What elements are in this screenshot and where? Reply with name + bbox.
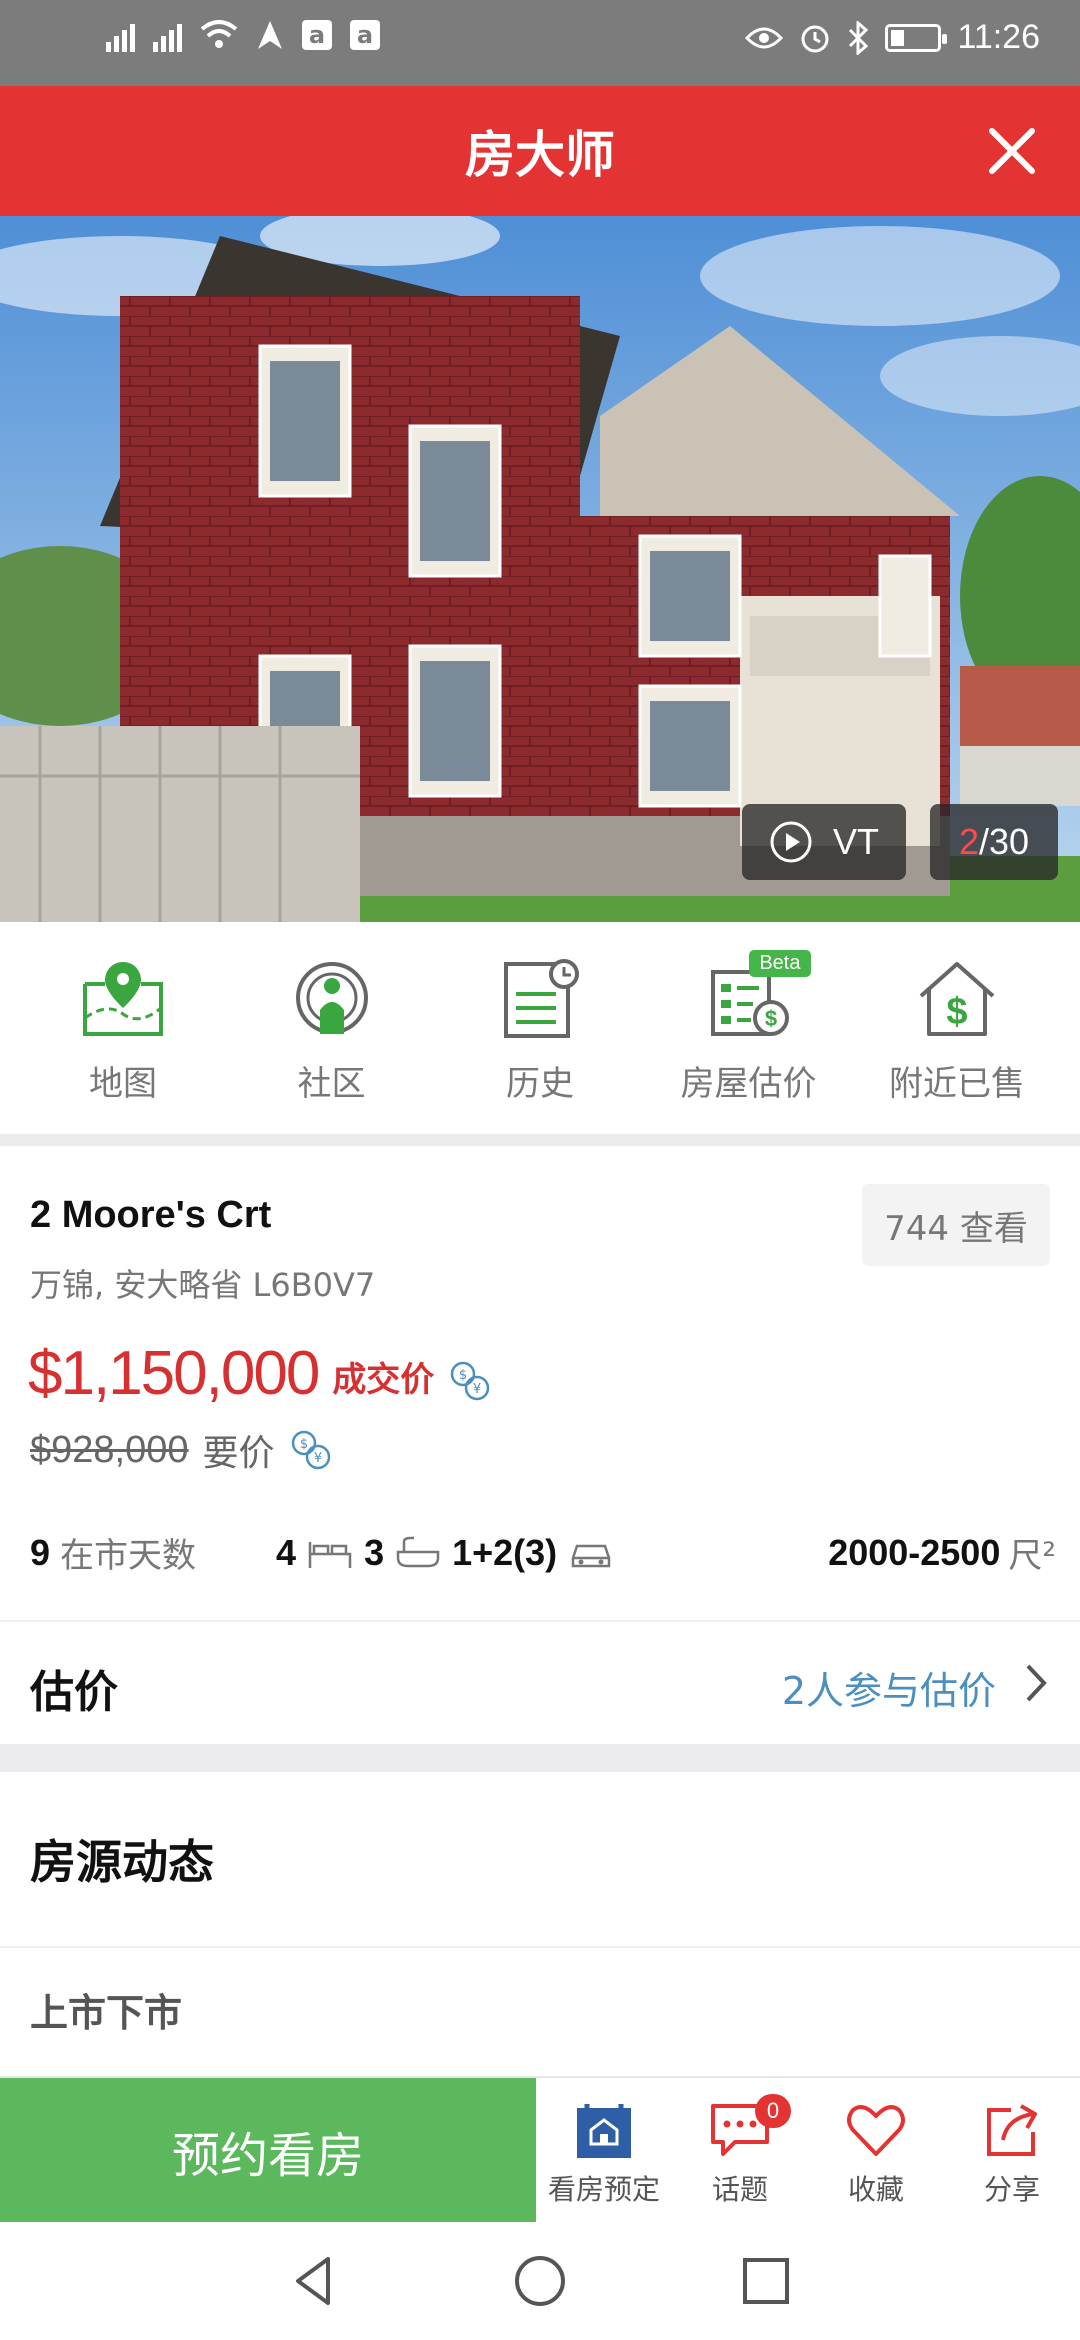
asking-price: $928,000 (30, 1428, 189, 1471)
action-nearby-sold[interactable]: $ 附近已售 (862, 958, 1052, 1134)
wifi-icon (200, 20, 238, 48)
asking-price-label: 要价 (202, 1433, 275, 1474)
tab-booking[interactable]: 看房预定 (539, 2100, 669, 2224)
estimate-participants-link[interactable]: 2人参与估价 (782, 1660, 996, 1715)
tab-share[interactable]: 分享 (947, 2100, 1077, 2224)
topics-badge: 0 (755, 2094, 791, 2128)
tab-share-label: 分享 (983, 2173, 1040, 2206)
action-nearby-sold-label: 附近已售 (889, 1064, 1025, 1104)
listing-city: 万锦, 安大略省 L6B0V7 (30, 1266, 376, 1304)
page-title: 房大师 (465, 126, 615, 184)
listing-address: 2 Moore's Crt (30, 1194, 272, 1236)
svg-text:¥: ¥ (473, 1382, 481, 1397)
play-icon (770, 821, 812, 863)
bottom-tabs: 看房预定 0 话题 收藏 分享 (536, 2078, 1080, 2224)
svg-text:$: $ (299, 1437, 307, 1452)
beta-badge: Beta (749, 950, 811, 977)
bathtub-icon (396, 1536, 440, 1567)
house-photo-illustration (0, 216, 1080, 922)
activity-subsection-title: 上市下市 (30, 1991, 183, 2035)
chevron-right-icon (1026, 1664, 1047, 1702)
signal-icon (106, 18, 135, 52)
bed-icon (308, 1541, 352, 1568)
tab-favorite[interactable]: 收藏 (811, 2100, 941, 2224)
history-icon (504, 959, 579, 1038)
sold-price: $1,150,000 (28, 1339, 320, 1408)
signal-icon (153, 18, 182, 52)
floor-area: 2000-2500 (828, 1531, 1001, 1573)
recents-icon[interactable] (738, 2253, 794, 2309)
estimate-row[interactable]: 估价 2人参与估价 (0, 1620, 1080, 1742)
svg-text:$: $ (764, 1006, 776, 1031)
app-a-icon: a (350, 20, 380, 50)
tab-topics[interactable]: 0 话题 (675, 2094, 805, 2224)
asking-price-row: $928,000 要价 $ ¥ (30, 1424, 333, 1476)
location-arrow-icon (258, 21, 282, 49)
action-community[interactable]: 社区 (237, 958, 427, 1134)
view-count: 744 查看 (862, 1184, 1050, 1266)
booking-icon (577, 2104, 631, 2158)
svg-text:¥: ¥ (313, 1451, 321, 1466)
house-dollar-icon: $ (919, 962, 995, 1036)
sold-price-label: 成交价 (332, 1360, 435, 1400)
status-left-icons: a a (106, 18, 380, 52)
divider (0, 1946, 1080, 1948)
listing-info: 2 Moore's Crt 万锦, 安大略省 L6B0V7 744 查看 $1,… (0, 1146, 1080, 1618)
vt-label: VT (832, 821, 879, 862)
map-pin-icon (83, 962, 163, 1036)
system-navigation-bar (0, 2222, 1080, 2340)
heart-icon (847, 2105, 905, 2156)
clock: 11:26 (957, 18, 1040, 56)
tab-topics-label: 话题 (711, 2173, 768, 2206)
action-community-label: 社区 (297, 1064, 366, 1104)
action-valuation-label: 房屋估价 (680, 1064, 817, 1104)
close-icon[interactable] (980, 119, 1044, 183)
floor-area-unit: 尺² (1008, 1536, 1056, 1576)
action-map-label: 地图 (89, 1064, 157, 1104)
back-icon[interactable] (286, 2253, 342, 2309)
bathrooms: 3 (364, 1531, 385, 1573)
share-icon (987, 2104, 1037, 2156)
app-header: 房大师 (0, 86, 1080, 216)
action-history-label: 历史 (506, 1064, 574, 1104)
virtual-tour-button[interactable]: VT (742, 804, 906, 880)
car-icon (571, 1544, 611, 1567)
action-history[interactable]: 历史 (445, 958, 635, 1134)
bottom-action-bar: 预约看房 看房预定 0 话题 收藏 分享 (0, 2076, 1080, 2224)
svg-text:$: $ (459, 1368, 467, 1383)
svg-text:$: $ (946, 991, 967, 1033)
action-valuation[interactable]: $ Beta 房屋估价 (654, 950, 844, 1134)
battery-icon (885, 23, 948, 52)
app-a-icon: a (302, 20, 332, 50)
alarm-icon (801, 25, 829, 52)
status-bar: a a 11:26 (0, 0, 1080, 86)
photo-current: 2 (958, 821, 979, 862)
status-right-icons: 11:26 (745, 18, 1040, 57)
estimate-title: 估价 (30, 1667, 118, 1718)
tab-favorite-label: 收藏 (847, 2173, 904, 2206)
photo-counter: 2/30 (930, 804, 1058, 880)
community-icon (295, 962, 368, 1034)
eye-icon (745, 27, 784, 48)
currency-exchange-icon[interactable]: $¥ (448, 1359, 492, 1403)
home-icon[interactable] (512, 2253, 568, 2309)
listing-stats: 9 在市天数 4 3 1+2(3) 2000-2500 尺² (30, 1528, 1056, 1577)
book-viewing-button[interactable]: 预约看房 (0, 2078, 536, 2224)
photo-total: /30 (978, 821, 1030, 862)
action-map[interactable]: 地图 (28, 958, 218, 1134)
bedrooms: 4 (276, 1531, 297, 1573)
bluetooth-icon (849, 20, 869, 55)
section-divider (0, 1744, 1080, 1772)
currency-exchange-icon[interactable]: $¥ (289, 1428, 333, 1472)
quick-actions: 地图 社区 历史 $ Beta 房屋估价 $ 附近已售 (0, 922, 1080, 1134)
tab-booking-label: 看房预定 (547, 2173, 660, 2206)
sold-price-row: $1,150,000 成交价 $ ¥ (28, 1338, 492, 1409)
days-on-market-label: 在市天数 (60, 1536, 197, 1576)
listing-photo[interactable]: VT 2/30 (0, 216, 1080, 922)
days-on-market: 9 (30, 1531, 51, 1573)
section-divider (0, 1134, 1080, 1146)
parking: 1+2(3) (452, 1531, 558, 1573)
activity-section-title: 房源动态 (30, 1835, 214, 1889)
